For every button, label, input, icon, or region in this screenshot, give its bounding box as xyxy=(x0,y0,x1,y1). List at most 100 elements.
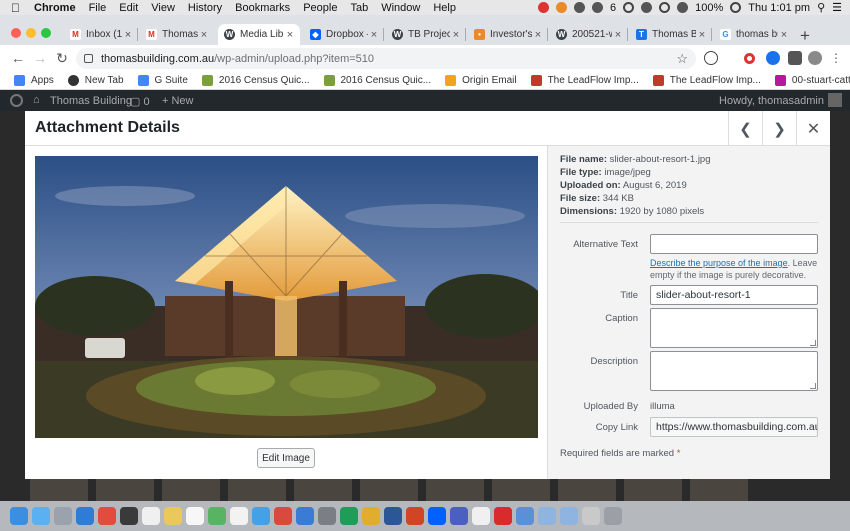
forward-arrow-icon[interactable]: → xyxy=(32,50,48,66)
back-arrow-icon[interactable]: ← xyxy=(10,50,26,66)
clock[interactable]: Thu 1:01 pm xyxy=(748,2,810,14)
new-content-link[interactable]: + New xyxy=(162,95,194,107)
close-window-icon[interactable] xyxy=(11,28,21,38)
more-menu-icon[interactable]: ⋮ xyxy=(828,50,844,66)
alt-text-help-link[interactable]: Describe the purpose of the image xyxy=(650,258,788,268)
adobe-count[interactable]: 6 xyxy=(610,2,616,14)
extension-icon[interactable] xyxy=(744,53,755,64)
site-name[interactable]: Thomas Building xyxy=(50,95,132,107)
maximize-window-icon[interactable] xyxy=(41,28,51,38)
menu-tab[interactable]: Tab xyxy=(350,2,368,14)
avatar[interactable] xyxy=(828,93,842,107)
close-icon[interactable]: × xyxy=(612,29,624,41)
tab-thomas-b[interactable]: T Thomas B × xyxy=(630,24,712,45)
excel-icon[interactable] xyxy=(340,507,358,525)
menu-history[interactable]: History xyxy=(188,2,222,14)
menu-bookmarks[interactable]: Bookmarks xyxy=(235,2,290,14)
trash-icon[interactable] xyxy=(604,507,622,525)
description-field[interactable] xyxy=(650,351,818,391)
folder-icon[interactable] xyxy=(560,507,578,525)
bookmark-census-2[interactable]: 2016 Census Quic... xyxy=(323,75,431,86)
close-icon[interactable]: × xyxy=(450,29,462,41)
word-icon[interactable] xyxy=(384,507,402,525)
finder-icon[interactable] xyxy=(10,507,28,525)
tab-200521[interactable]: W 200521-w × xyxy=(550,24,628,45)
bookmark-g-suite[interactable]: G Suite xyxy=(137,75,188,86)
menu-file[interactable]: File xyxy=(89,2,107,14)
menu-app-name[interactable]: Chrome xyxy=(34,2,76,14)
settings-icon[interactable] xyxy=(318,507,336,525)
acrobat-icon[interactable] xyxy=(494,507,512,525)
preview-icon[interactable] xyxy=(472,507,490,525)
bookmark-star-icon[interactable]: ☆ xyxy=(676,51,688,67)
minimize-window-icon[interactable] xyxy=(26,28,36,38)
lock-icon[interactable] xyxy=(84,54,93,63)
bookmark-leadflow-1[interactable]: The LeadFlow Imp... xyxy=(530,75,639,86)
siri-icon[interactable] xyxy=(32,507,50,525)
apple-icon[interactable]:  xyxy=(11,1,23,15)
reminders-icon[interactable] xyxy=(186,507,204,525)
menu-edit[interactable]: Edit xyxy=(119,2,138,14)
tab-dropbox[interactable]: ◆ Dropbox – × xyxy=(304,24,384,45)
howdy-user[interactable]: Howdy, thomasadmin xyxy=(719,95,824,107)
resize-handle[interactable] xyxy=(810,340,816,346)
bookmark-leadflow-2[interactable]: The LeadFlow Imp... xyxy=(652,75,761,86)
tab-tb-project[interactable]: W TB Project × xyxy=(386,24,466,45)
new-tab-button[interactable]: + xyxy=(800,26,810,46)
edit-image-button[interactable]: Edit Image xyxy=(257,448,315,468)
battery-percent[interactable]: 100% xyxy=(695,2,723,14)
status-app-icon[interactable] xyxy=(538,2,550,13)
chrome-icon[interactable] xyxy=(98,507,116,525)
next-attachment-button[interactable]: ❯ xyxy=(762,111,796,146)
tab-media-library[interactable]: W Media Lib × xyxy=(218,24,300,45)
reload-icon[interactable]: ↻ xyxy=(54,50,70,66)
status-app-icon[interactable] xyxy=(623,2,635,13)
app-icon[interactable] xyxy=(450,507,468,525)
menu-window[interactable]: Window xyxy=(381,2,420,14)
safari-icon[interactable] xyxy=(76,507,94,525)
address-bar[interactable]: thomasbuilding.com.au/wp-admin/upload.ph… xyxy=(76,48,696,69)
maps-icon[interactable] xyxy=(208,507,226,525)
close-modal-button[interactable]: ✕ xyxy=(796,111,830,146)
close-icon[interactable]: × xyxy=(696,29,708,41)
menu-help[interactable]: Help xyxy=(433,2,456,14)
title-field[interactable]: slider-about-resort-1 xyxy=(650,285,818,305)
app-store-icon[interactable] xyxy=(296,507,314,525)
caption-field[interactable] xyxy=(650,308,818,348)
resize-handle[interactable] xyxy=(810,383,816,389)
dropbox-icon[interactable] xyxy=(428,507,446,525)
close-icon[interactable]: × xyxy=(368,29,380,41)
tab-google-search[interactable]: G thomas bu × xyxy=(714,24,794,45)
menu-view[interactable]: View xyxy=(151,2,175,14)
home-icon[interactable]: ⌂ xyxy=(33,94,40,106)
bookmark-census-1[interactable]: 2016 Census Quic... xyxy=(201,75,310,86)
status-app-icon[interactable] xyxy=(592,2,604,13)
comments-count[interactable]: ▢ 0 xyxy=(130,95,150,108)
bookmark-new-tab[interactable]: New Tab xyxy=(67,75,124,86)
bookmark-origin-email[interactable]: Origin Email xyxy=(445,75,517,86)
downloads-icon[interactable] xyxy=(582,507,600,525)
volume-icon[interactable] xyxy=(677,2,689,13)
copy-link-field[interactable]: https://www.thomasbuilding.com.au/ xyxy=(650,417,818,437)
status-app-icon[interactable] xyxy=(574,2,586,13)
notes-icon[interactable] xyxy=(164,507,182,525)
close-icon[interactable]: × xyxy=(532,29,544,41)
app-icon[interactable] xyxy=(516,507,534,525)
bookmark-apps[interactable]: Apps xyxy=(14,75,54,86)
bookmark-stuart[interactable]: 00-stuart-cattana... xyxy=(774,75,850,86)
calendar-icon[interactable] xyxy=(142,507,160,525)
tab-inbox[interactable]: M Inbox (11) × xyxy=(64,24,138,45)
wordpress-logo-icon[interactable] xyxy=(10,94,23,107)
close-icon[interactable]: × xyxy=(198,29,210,41)
launchpad-icon[interactable] xyxy=(54,507,72,525)
messages-icon[interactable] xyxy=(252,507,270,525)
previous-attachment-button[interactable]: ❮ xyxy=(728,111,762,146)
close-icon[interactable]: × xyxy=(122,29,134,41)
tab-thomas-gmail[interactable]: M Thomas W × xyxy=(140,24,214,45)
wifi-icon[interactable] xyxy=(659,2,671,13)
app-icon[interactable] xyxy=(362,507,380,525)
list-icon[interactable]: ☰ xyxy=(832,1,842,14)
extension-icon[interactable] xyxy=(704,51,718,65)
menu-people[interactable]: People xyxy=(303,2,337,14)
photos-icon[interactable] xyxy=(230,507,248,525)
